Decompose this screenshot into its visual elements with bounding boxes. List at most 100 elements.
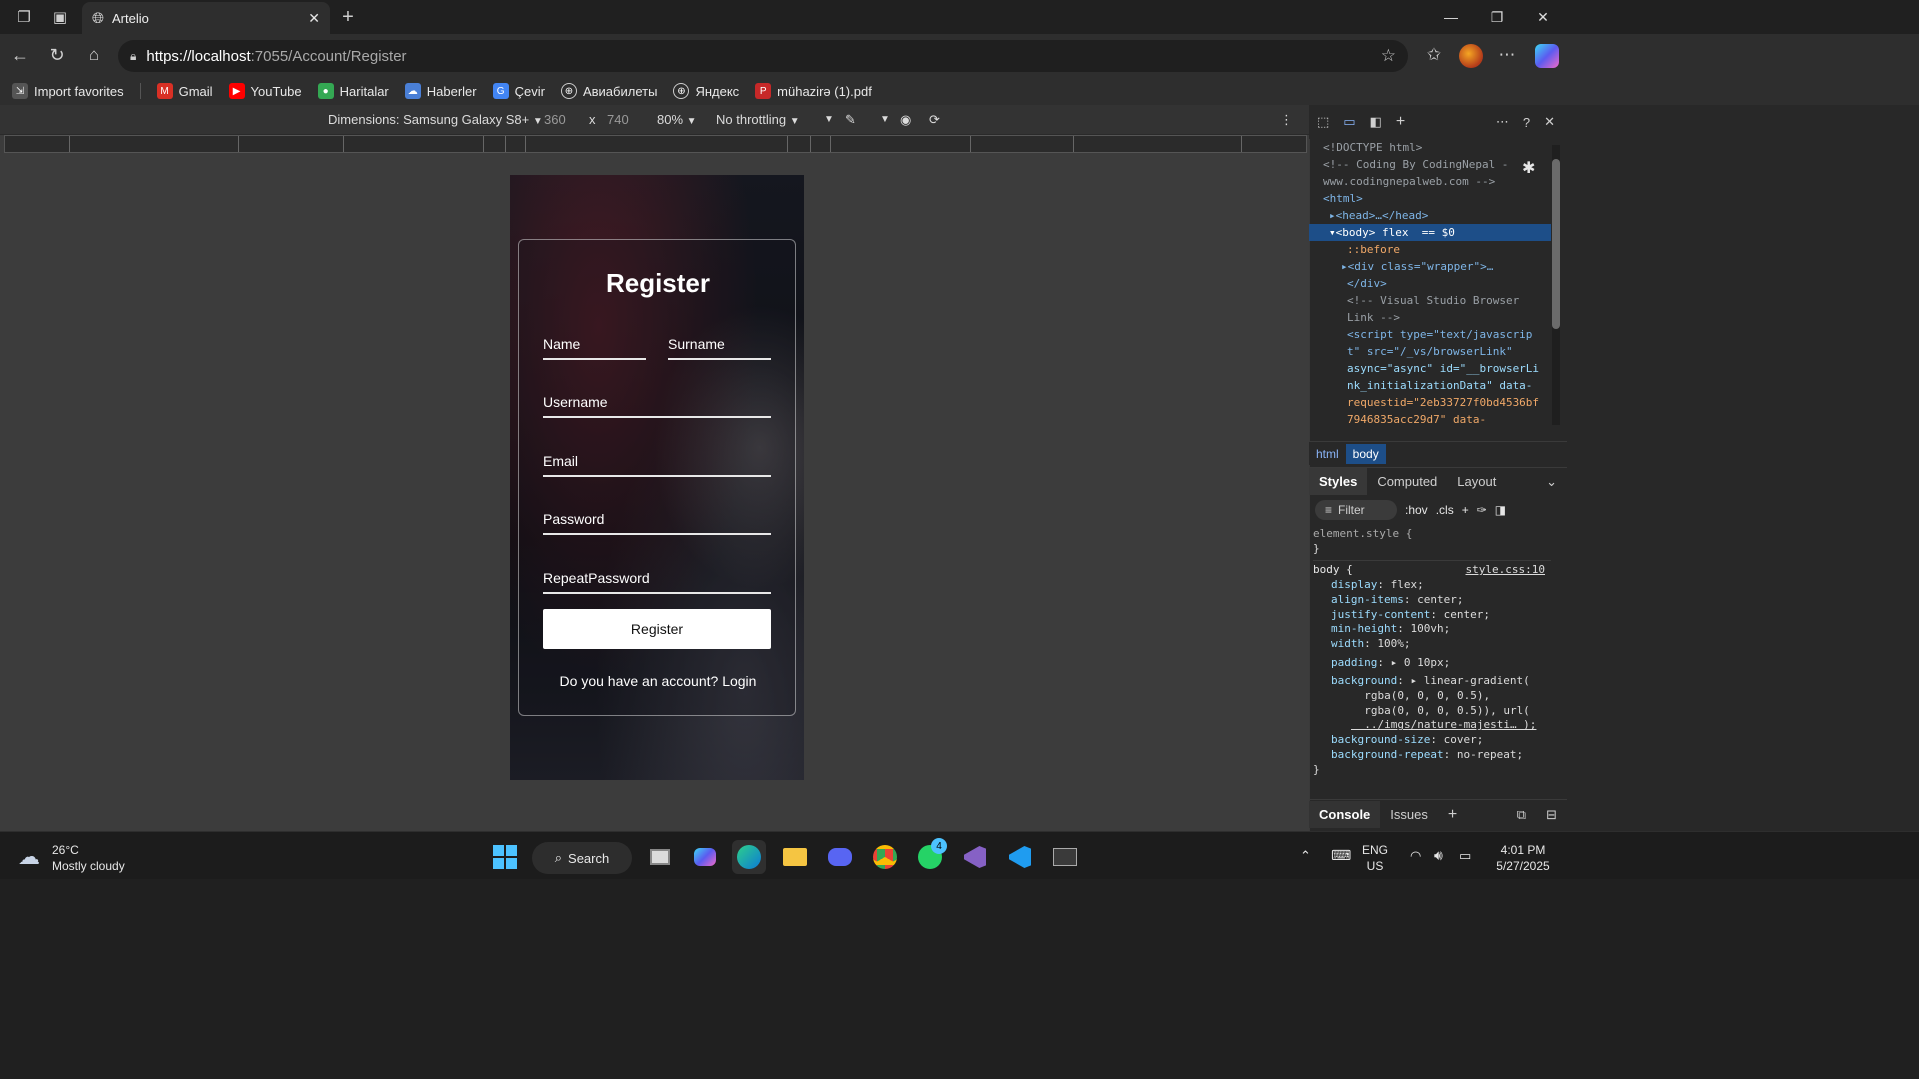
visual-studio-icon[interactable] <box>958 840 992 874</box>
favorite-item[interactable]: ☁︎ Haberler <box>404 83 477 99</box>
home-icon[interactable]: ⌂ <box>82 43 106 67</box>
email-field[interactable]: Email <box>543 453 771 477</box>
more-options-icon[interactable]: ⋮ <box>1280 112 1293 128</box>
add-tab-icon[interactable]: + <box>1438 800 1467 830</box>
new-tab-icon[interactable]: + <box>336 5 360 29</box>
login-link[interactable]: Do you have an account? Login <box>519 673 797 689</box>
lock-icon[interactable]: 🔒︎ <box>130 49 136 64</box>
chevron-down-icon[interactable]: ⌄ <box>1536 468 1567 496</box>
favorite-item[interactable]: M Gmail <box>156 83 213 99</box>
favorite-item[interactable]: ▶ YouTube <box>228 83 302 99</box>
dock-drawer-icon[interactable]: ⧉ <box>1507 801 1536 829</box>
name-field[interactable]: Name <box>543 336 646 360</box>
weather-icon[interactable]: ☁︎ <box>18 844 46 869</box>
more-menu-icon[interactable]: ⋯ <box>1495 43 1519 67</box>
crumb-body[interactable]: body <box>1345 443 1386 464</box>
scrollbar[interactable] <box>1552 145 1560 425</box>
address-bar[interactable]: 🔒︎ https://localhost:7055/Account/Regist… <box>118 40 1408 72</box>
repeat-password-field[interactable]: RepeatPassword <box>543 570 771 594</box>
tab-issues[interactable]: Issues <box>1380 801 1438 828</box>
weather-widget[interactable]: 26°C Mostly cloudy <box>52 842 125 874</box>
device-dimensions-select[interactable]: Dimensions: Samsung Galaxy S8+ ▼ <box>328 112 543 127</box>
chevron-down-icon[interactable]: ▼ <box>824 114 834 125</box>
help-icon[interactable]: ? <box>1523 115 1530 130</box>
sidebar-toggle-icon[interactable]: ◨ <box>1495 503 1506 517</box>
volume-icon[interactable]: 🔊︎ <box>1434 847 1443 864</box>
dom-line[interactable]: </div> <box>1309 275 1551 292</box>
favorite-star-icon[interactable]: ☆ <box>1381 46 1396 66</box>
register-button[interactable]: Register <box>543 609 771 649</box>
dock-icon[interactable]: ◧ <box>1370 114 1382 130</box>
rotate-icon[interactable]: ⟳ <box>929 112 940 128</box>
css-rule-continued[interactable]: ../imgs/nature-majesti… ); <box>1313 718 1551 733</box>
file-explorer-icon[interactable] <box>778 840 812 874</box>
width-input[interactable]: 360 <box>544 112 566 127</box>
start-icon[interactable] <box>488 840 522 874</box>
close-tab-icon[interactable]: ✕ <box>308 10 320 27</box>
back-icon[interactable]: ← <box>8 43 32 67</box>
task-view-icon[interactable] <box>643 840 677 874</box>
throttling-select[interactable]: No throttling ▼ <box>716 112 800 127</box>
dom-line[interactable]: nk_initializationData" data- <box>1309 377 1551 394</box>
dom-line[interactable]: ▸<div class="wrapper">… <box>1309 258 1551 275</box>
favorite-item[interactable]: G Çevir <box>492 83 545 99</box>
password-field[interactable]: Password <box>543 511 771 535</box>
height-input[interactable]: 740 <box>607 112 629 127</box>
dom-line[interactable]: async="async" id="__browserLi <box>1309 360 1551 377</box>
source-link[interactable]: style.css:10 <box>1466 563 1551 578</box>
favorite-item[interactable]: ● Haritalar <box>317 83 389 99</box>
dom-tree[interactable]: <!DOCTYPE html> <!-- Coding By CodingNep… <box>1309 139 1551 439</box>
favorite-item[interactable]: ⊕ Яндекс <box>673 83 739 99</box>
wifi-icon[interactable]: ◠ <box>1410 848 1421 864</box>
dom-line[interactable]: <!-- Coding By CodingNepal - <box>1309 156 1551 173</box>
terminal-icon[interactable] <box>1048 840 1082 874</box>
dom-line[interactable]: <html> <box>1309 190 1551 207</box>
tab-layout[interactable]: Layout <box>1447 468 1506 495</box>
dom-line[interactable]: t" src="/_vs/browserLink" <box>1309 343 1551 360</box>
filter-input[interactable]: ≡ Filter <box>1315 500 1397 520</box>
language-indicator[interactable]: ENG US <box>1362 842 1388 874</box>
surname-field[interactable]: Surname <box>668 336 771 360</box>
dom-line[interactable]: <script type="text/javascrip <box>1309 326 1551 343</box>
media-query-ruler[interactable] <box>4 135 1307 153</box>
styles-pane[interactable]: element.style { } body {style.css:10 dis… <box>1309 527 1551 797</box>
refresh-icon[interactable]: ↻ <box>45 43 69 67</box>
browser-tab[interactable]: 🌐︎ Artelio ✕ <box>82 2 330 34</box>
clock[interactable]: 4:01 PM 5/27/2025 <box>1488 842 1558 874</box>
vscode-icon[interactable] <box>1003 840 1037 874</box>
close-devtools-icon[interactable]: ✕ <box>1544 114 1567 130</box>
discord-icon[interactable] <box>823 840 857 874</box>
taskbar-search[interactable]: ⌕ Search <box>532 842 632 874</box>
show-hidden-icons[interactable]: ⌃ <box>1300 848 1311 864</box>
undock-icon[interactable]: ⊟ <box>1536 801 1567 829</box>
add-tool-icon[interactable]: + <box>1396 113 1405 131</box>
profile-avatar[interactable] <box>1459 44 1483 68</box>
whatsapp-icon[interactable]: 4 <box>913 838 947 874</box>
minimize-icon[interactable]: — <box>1428 0 1474 34</box>
workspaces-icon[interactable]: ❐ <box>12 5 36 29</box>
crumb-html[interactable]: html <box>1309 444 1346 464</box>
edge-icon[interactable] <box>732 840 766 874</box>
dom-line-selected[interactable]: ▾<body> flex == $0 <box>1309 224 1551 241</box>
tab-styles[interactable]: Styles <box>1309 468 1368 495</box>
favorite-item[interactable]: ⊕ Авиабилеты <box>560 83 657 99</box>
cls-toggle[interactable]: .cls <box>1436 503 1454 517</box>
restore-icon[interactable]: ❐ <box>1474 0 1520 34</box>
close-window-icon[interactable]: ✕ <box>1520 0 1566 34</box>
chevron-down-icon[interactable]: ▼ <box>880 114 890 125</box>
new-rule-icon[interactable]: + <box>1462 503 1469 517</box>
battery-icon[interactable]: ▭ <box>1459 848 1471 864</box>
device-toggle-icon[interactable]: ▭ <box>1343 114 1355 130</box>
dom-line[interactable]: <!DOCTYPE html> <box>1309 139 1551 156</box>
dom-line[interactable]: 7946835acc29d7" data- <box>1309 411 1551 428</box>
pen-icon[interactable]: ✎ <box>845 112 856 128</box>
accessibility-icon[interactable]: ✱ <box>1522 158 1535 178</box>
dom-line[interactable]: ▸<head>…</head> <box>1309 207 1551 224</box>
favorites-icon[interactable]: ✩ <box>1422 43 1446 67</box>
hov-toggle[interactable]: :hov <box>1405 503 1428 517</box>
copilot-app-icon[interactable] <box>688 840 722 874</box>
tab-console[interactable]: Console <box>1309 801 1381 828</box>
inspect-icon[interactable]: ⬚ <box>1317 114 1329 130</box>
dom-line[interactable]: <!-- Visual Studio Browser <box>1309 292 1551 309</box>
dom-line[interactable]: ::before <box>1309 241 1551 258</box>
